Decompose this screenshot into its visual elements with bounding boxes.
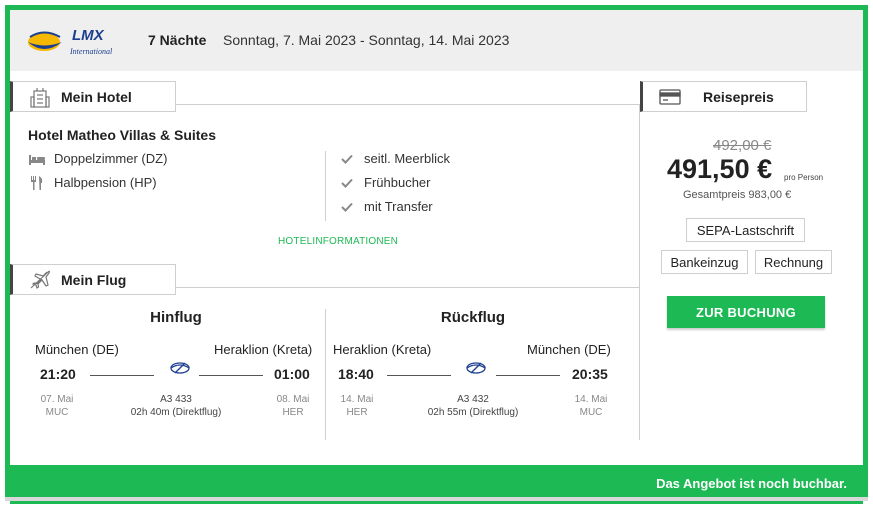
outbound-from-city: München (DE) [35,342,119,357]
return-title: Rückflug [440,309,506,326]
outbound-line-left [90,375,154,376]
hotel-feature: seitl. Meerblick [338,151,450,166]
checkmark-icon [338,202,356,212]
return-arr-code: MUC [579,407,603,418]
card-shadow [5,497,868,501]
book-button[interactable]: ZUR BUCHUNG [667,296,825,328]
hotel-info-link[interactable]: HOTELINFORMATIONEN [278,236,398,247]
flight-section-label: Mein Flug [61,271,127,288]
offer-card: LMX International 7 Nächte Sonntag, 7. M… [5,5,868,504]
availability-status: Das Angebot ist noch buchbar. [656,476,847,491]
payment-option-bankeinzug[interactable]: Bankeinzug [661,250,748,274]
logo-subtext: International [69,47,113,56]
outbound-arr-code: HER [282,407,304,418]
flight-section-rule [176,287,639,288]
outbound-arr-date: 08. Mai HER [268,393,318,419]
building-icon [27,85,53,109]
hotel-feature-label: mit Transfer [364,199,433,214]
outbound-duration: 02h 40m (Direktflug) [130,407,222,418]
board-type: Halbpension (HP) [28,175,157,190]
return-line-left [387,375,451,376]
outbound-flight-info: A3 433 02h 40m (Direktflug) [111,393,241,419]
flight-divider [325,309,326,440]
payment-option-sepa[interactable]: SEPA-Lastschrift [686,218,805,242]
checkmark-icon [338,154,356,164]
old-price: 492,00 € [713,137,772,154]
return-arr-date: 14. Mai MUC [566,393,616,419]
return-arr-date-text: 14. Mai [574,394,608,405]
return-dep-date-text: 14. Mai [340,394,374,405]
outbound-dep-code: MUC [45,407,69,418]
airline-logo-icon [169,360,191,381]
price-section-tab: Reisepreis [640,81,807,112]
nights-count: 7 Nächte [148,32,207,48]
travel-dates: Sonntag, 7. Mai 2023 - Sonntag, 14. Mai … [223,32,510,48]
current-price: 491,50 € [667,154,773,184]
outbound-arr-date-text: 08. Mai [276,394,310,405]
return-line-right [496,375,560,376]
room-type-label: Doppelzimmer (DZ) [54,151,168,166]
hotel-feature-label: seitl. Meerblick [364,151,450,166]
offer-header: LMX International 7 Nächte Sonntag, 7. M… [10,10,863,71]
outbound-arr-time: 01:00 [274,366,310,382]
return-flight-info: A3 432 02h 55m (Direktflug) [408,393,538,419]
hotel-feature: Frühbucher [338,175,430,190]
hotel-name: Hotel Matheo Villas & Suites [28,127,217,143]
logo-text: LMX [72,27,105,44]
lmx-logo: LMX International [26,22,130,62]
per-person-label: pro Person [784,173,824,182]
total-price: Gesamtpreis 983,00 € [683,189,792,201]
airplane-icon [27,268,53,292]
outbound-dep-date-text: 07. Mai [40,394,74,405]
return-dep-code: HER [346,407,368,418]
board-type-label: Halbpension (HP) [54,175,157,190]
outbound-dep-date: 07. Mai MUC [32,393,82,419]
price-section-label: Reisepreis [703,88,774,105]
credit-card-icon [657,85,683,109]
payment-option-rechnung[interactable]: Rechnung [755,250,832,274]
hotel-feature: mit Transfer [338,199,433,214]
hotel-section-rule [176,104,639,105]
outbound-to-city: Heraklion (Kreta) [214,342,313,357]
return-arr-time: 20:35 [572,366,608,382]
hotel-feature-label: Frühbucher [364,175,431,190]
column-divider [639,104,640,440]
return-dep-date: 14. Mai HER [332,393,382,419]
outbound-dep-time: 21:20 [40,366,76,382]
return-duration: 02h 55m (Direktflug) [427,407,519,418]
room-type: Doppelzimmer (DZ) [28,151,167,166]
return-from-city: Heraklion (Kreta) [333,342,432,357]
hotel-section-label: Mein Hotel [61,88,132,105]
hotel-section-tab: Mein Hotel [10,81,176,112]
airline-logo-icon [465,360,487,381]
return-to-city: München (DE) [527,342,611,357]
hotel-features-divider [325,151,326,221]
return-flight-no: A3 432 [457,394,489,405]
cutlery-icon [28,175,46,190]
bed-icon [28,153,46,165]
outbound-title: Hinflug [150,309,202,326]
outbound-flight-no: A3 433 [160,394,192,405]
outbound-line-right [199,375,263,376]
return-dep-time: 18:40 [338,366,374,382]
checkmark-icon [338,178,356,188]
flight-section-tab: Mein Flug [10,264,176,295]
